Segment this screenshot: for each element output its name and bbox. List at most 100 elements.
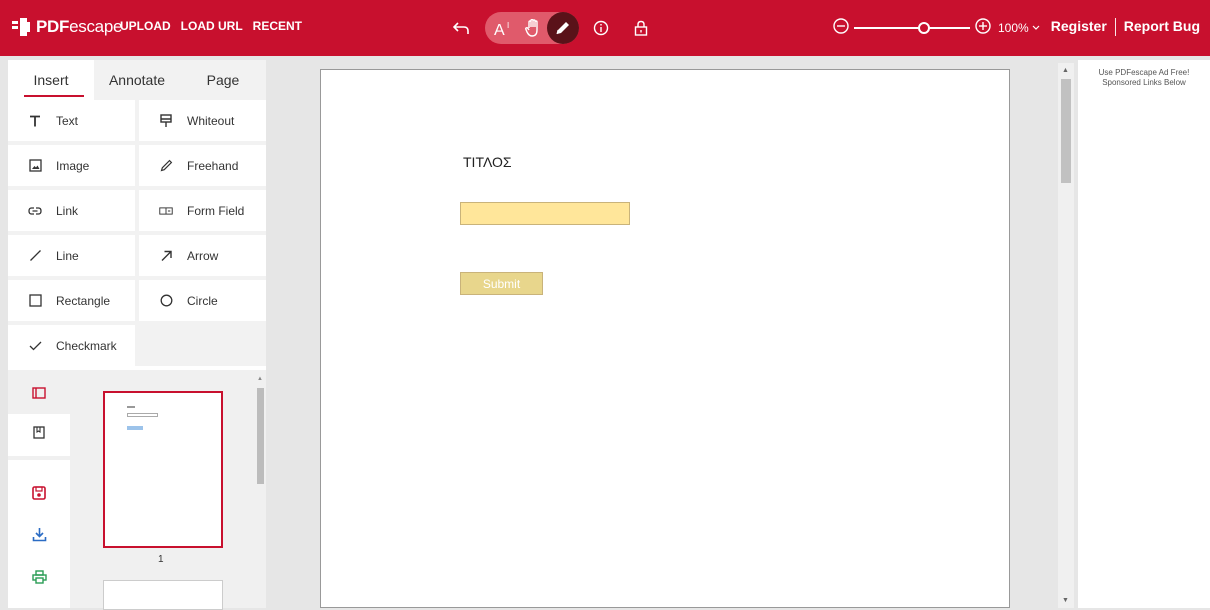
form-field-tool-button[interactable]: Form Field [139,190,266,231]
zoom-level-dropdown[interactable]: 100% [998,21,1040,35]
zoom-in-icon[interactable] [974,17,992,40]
tab-page[interactable]: Page [180,60,266,100]
header-links: Register Report Bug [1051,18,1200,36]
tool-label: Link [56,203,79,218]
thumb-button-mark [127,426,143,430]
page-thumbnail-1[interactable] [103,391,223,548]
image-icon [28,159,42,173]
thumb-title-mark [127,406,135,408]
document-scrollbar[interactable]: ▲ ▼ [1058,63,1074,608]
pdf-page[interactable]: ΤΙΤΛΟΣ Submit [320,69,1010,608]
file-actions [8,460,70,608]
page-number-label: 1 [158,554,164,565]
top-bar: PDFescape UPLOAD LOAD URL RECENT AI 100%… [0,0,1210,56]
circle-tool-button[interactable]: Circle [139,280,266,321]
register-link[interactable]: Register [1051,18,1107,36]
top-nav: UPLOAD LOAD URL RECENT [120,19,302,33]
scroll-down-icon[interactable]: ▼ [1062,597,1069,604]
info-icon[interactable] [587,14,615,42]
ad-text: Use PDFescape Ad Free! Sponsored Links B… [1078,60,1210,88]
line-icon [28,249,42,263]
page-thumbnail-2[interactable] [103,580,223,610]
download-icon [32,527,47,547]
freehand-tool-button[interactable]: Freehand [139,145,266,186]
tool-label: Rectangle [56,293,111,308]
link-icon [28,204,42,218]
left-panel: Insert Annotate Page Text Whiteout Image… [8,60,266,370]
print-icon [31,569,47,589]
freehand-icon [159,159,173,173]
thumbnail-scrollbar[interactable]: ▲ [255,374,265,608]
zoom-slider[interactable] [854,22,970,34]
tool-label: Line [56,248,79,263]
checkmark-tool-button[interactable]: Checkmark [8,325,135,366]
brand-name-b: escape [69,17,123,36]
zoom-out-icon[interactable] [832,17,850,40]
submit-button[interactable]: Submit [460,272,543,295]
bookmarks-view-button[interactable] [8,414,70,456]
text-select-icon[interactable]: AI [491,14,519,42]
rectangle-tool-button[interactable]: Rectangle [8,280,135,321]
arrow-tool-button[interactable]: Arrow [139,235,266,276]
side-action-bar [8,370,70,608]
form-text-field[interactable] [460,202,630,225]
pencil-icon[interactable] [547,12,579,44]
chevron-down-icon [1032,25,1040,30]
save-icon [32,485,46,505]
text-tool-button[interactable]: Text [8,100,135,141]
tool-label: Circle [187,293,218,308]
link-tool-button[interactable]: Link [8,190,135,231]
tool-label: Image [56,158,90,173]
circle-icon [159,294,173,308]
toolbar: AI [447,12,655,44]
tool-label: Freehand [187,158,239,173]
bookmark-icon [33,426,45,444]
scroll-up-icon[interactable]: ▲ [257,376,263,382]
scroll-up-icon[interactable]: ▲ [1062,67,1069,74]
rectangle-icon [28,294,42,308]
line-tool-button[interactable]: Line [8,235,135,276]
checkmark-icon [28,339,42,353]
tab-annotate[interactable]: Annotate [94,60,180,100]
svg-text:A: A [494,22,505,37]
tab-insert[interactable]: Insert [8,60,94,100]
upload-link[interactable]: UPLOAD [120,19,171,33]
print-button[interactable] [8,558,70,600]
zoom-control: 100% [832,17,1040,39]
scrollbar-thumb[interactable] [257,388,264,484]
image-tool-button[interactable]: Image [8,145,135,186]
tool-label: Checkmark [56,338,117,353]
logo-icon [12,18,30,36]
ad-line-1[interactable]: Use PDFescape Ad Free! [1078,68,1210,78]
recent-link[interactable]: RECENT [253,19,302,33]
ad-panel: Use PDFescape Ad Free! Sponsored Links B… [1078,60,1210,608]
undo-icon[interactable] [447,14,475,42]
lock-icon[interactable] [627,14,655,42]
tool-label: Arrow [187,248,219,263]
thumbnail-panel: 1 ▲ [8,370,266,610]
mode-switcher: AI [485,12,579,44]
scrollbar-thumb[interactable] [1061,79,1071,183]
tool-label: Form Field [187,203,245,218]
insert-tools-grid: Text Whiteout Image Freehand Link Form F… [8,100,266,366]
arrow-icon [159,249,173,263]
text-icon [28,114,42,128]
load-url-link[interactable]: LOAD URL [181,19,243,33]
tool-label: Text [56,113,79,128]
hand-icon[interactable] [519,14,547,42]
zoom-level-value: 100% [998,21,1029,35]
form-field-icon [159,204,173,218]
thumbnails-view-button[interactable] [8,374,70,416]
whiteout-icon [159,113,173,128]
panel-icon [32,386,46,404]
divider [1114,18,1116,36]
save-button[interactable] [8,474,70,516]
report-bug-link[interactable]: Report Bug [1124,18,1200,36]
thumb-field-mark [127,413,158,417]
zoom-slider-handle[interactable] [918,22,930,34]
whiteout-tool-button[interactable]: Whiteout [139,100,266,141]
logo[interactable]: PDFescape [12,14,122,40]
left-tabs: Insert Annotate Page [8,60,266,100]
download-button[interactable] [8,516,70,558]
document-title: ΤΙΤΛΟΣ [463,154,512,170]
